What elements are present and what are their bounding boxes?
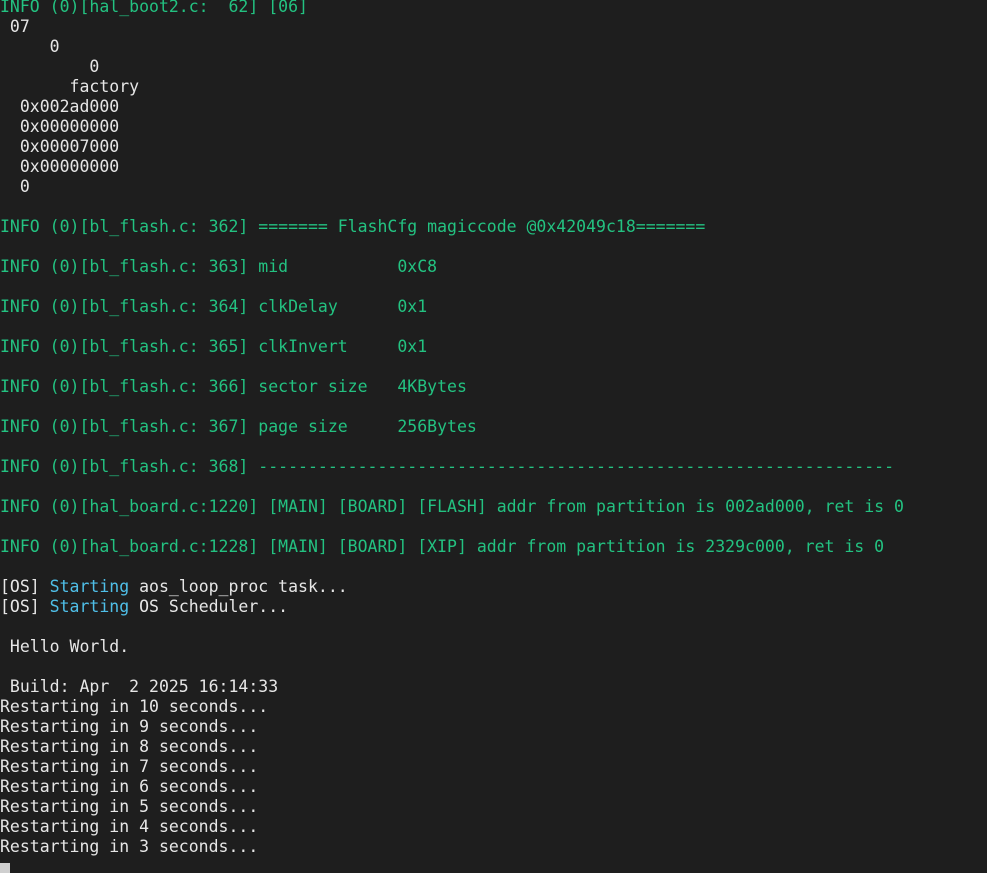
terminal-line: Restarting in 6 seconds... bbox=[0, 777, 987, 797]
terminal-line: INFO (0)[bl_flash.c: 363] mid 0xC8 bbox=[0, 257, 987, 277]
terminal-line: INFO (0)[bl_flash.c: 365] clkInvert 0x1 bbox=[0, 337, 987, 357]
terminal-line: INFO (0)[hal_board.c:1220] [MAIN] [BOARD… bbox=[0, 497, 987, 517]
terminal-line: INFO (0)[bl_flash.c: 367] page size 256B… bbox=[0, 417, 987, 437]
terminal-text: INFO (0)[bl_flash.c: 364] clkDelay 0x1 bbox=[0, 297, 428, 316]
terminal-line: Restarting in 10 seconds... bbox=[0, 697, 987, 717]
terminal-line: Restarting in 5 seconds... bbox=[0, 797, 987, 817]
terminal-text: 0x00007000 bbox=[0, 137, 120, 156]
terminal-line: factory bbox=[0, 77, 987, 97]
terminal-line: INFO (0)[hal_board.c:1228] [MAIN] [BOARD… bbox=[0, 537, 987, 557]
terminal-line: INFO (0)[hal_boot2.c: 62] [06] bbox=[0, 0, 987, 17]
terminal-text: Build: Apr 2 2025 16:14:33 bbox=[0, 677, 279, 696]
terminal-text: 0 bbox=[0, 177, 30, 196]
terminal-text: Restarting in 10 seconds... bbox=[0, 697, 269, 716]
terminal-cursor bbox=[0, 863, 10, 873]
terminal-text: Hello World. bbox=[0, 637, 130, 656]
terminal-line: Restarting in 4 seconds... bbox=[0, 817, 987, 837]
terminal-text: INFO (0)[bl_flash.c: 367] page size 256B… bbox=[0, 417, 477, 436]
terminal-text: [OS] bbox=[0, 577, 50, 596]
terminal-line: INFO (0)[bl_flash.c: 366] sector size 4K… bbox=[0, 377, 987, 397]
terminal-line: 0 bbox=[0, 37, 987, 57]
terminal-line: Restarting in 3 seconds... bbox=[0, 837, 987, 857]
terminal-text: OS Scheduler... bbox=[129, 597, 289, 616]
terminal-text: [OS] bbox=[0, 597, 50, 616]
terminal-text: INFO (0)[hal_board.c:1220] [MAIN] [BOARD… bbox=[0, 497, 904, 516]
terminal-text: INFO (0)[bl_flash.c: 366] sector size 4K… bbox=[0, 377, 467, 396]
terminal-text: Restarting in 8 seconds... bbox=[0, 737, 259, 756]
terminal-output[interactable]: INFO (0)[hal_boot2.c: 62] [06] 07 0 0 fa… bbox=[0, 0, 987, 857]
terminal-text: Restarting in 7 seconds... bbox=[0, 757, 259, 776]
terminal-line: 0 bbox=[0, 57, 987, 77]
terminal-text: Restarting in 9 seconds... bbox=[0, 717, 259, 736]
terminal-text: factory bbox=[0, 77, 140, 96]
terminal-line: [OS] Starting aos_loop_proc task... bbox=[0, 577, 987, 597]
terminal-text: Restarting in 6 seconds... bbox=[0, 777, 259, 796]
terminal-line: Hello World. bbox=[0, 637, 987, 657]
terminal-line: INFO (0)[bl_flash.c: 362] ======= FlashC… bbox=[0, 217, 987, 237]
terminal-text: aos_loop_proc task... bbox=[129, 577, 348, 596]
terminal-line: 0x00000000 bbox=[0, 157, 987, 177]
terminal-text: Restarting in 5 seconds... bbox=[0, 797, 259, 816]
terminal-line: Restarting in 7 seconds... bbox=[0, 757, 987, 777]
terminal-line: 0x002ad000 bbox=[0, 97, 987, 117]
terminal-text: 0x00000000 bbox=[0, 157, 120, 176]
terminal-text: INFO (0)[hal_boot2.c: 62] [06] bbox=[0, 0, 308, 16]
terminal-text: 07 bbox=[0, 17, 30, 36]
terminal-line: INFO (0)[bl_flash.c: 364] clkDelay 0x1 bbox=[0, 297, 987, 317]
terminal-line: INFO (0)[bl_flash.c: 368] --------------… bbox=[0, 457, 987, 477]
status-keyword: Starting bbox=[49, 577, 130, 596]
terminal-line: 07 bbox=[0, 17, 987, 37]
status-keyword: Starting bbox=[49, 597, 130, 616]
terminal-text: INFO (0)[bl_flash.c: 368] --------------… bbox=[0, 457, 895, 476]
terminal-text: 0 bbox=[0, 57, 100, 76]
terminal-line: 0x00000000 bbox=[0, 117, 987, 137]
terminal-text: INFO (0)[bl_flash.c: 362] ======= FlashC… bbox=[0, 217, 706, 236]
terminal-line: 0x00007000 bbox=[0, 137, 987, 157]
terminal-text: 0x002ad000 bbox=[0, 97, 120, 116]
terminal-line: [OS] Starting OS Scheduler... bbox=[0, 597, 987, 617]
terminal-line: Restarting in 9 seconds... bbox=[0, 717, 987, 737]
terminal-text: INFO (0)[bl_flash.c: 363] mid 0xC8 bbox=[0, 257, 438, 276]
terminal-line: Restarting in 8 seconds... bbox=[0, 737, 987, 757]
terminal-text: INFO (0)[bl_flash.c: 365] clkInvert 0x1 bbox=[0, 337, 428, 356]
terminal-text: INFO (0)[hal_board.c:1228] [MAIN] [BOARD… bbox=[0, 537, 885, 556]
terminal-line: Build: Apr 2 2025 16:14:33 bbox=[0, 677, 987, 697]
terminal-line: 0 bbox=[0, 177, 987, 197]
terminal-text: Restarting in 4 seconds... bbox=[0, 817, 259, 836]
terminal-text: Restarting in 3 seconds... bbox=[0, 837, 259, 856]
terminal-text: 0x00000000 bbox=[0, 117, 120, 136]
terminal-text: 0 bbox=[0, 37, 60, 56]
